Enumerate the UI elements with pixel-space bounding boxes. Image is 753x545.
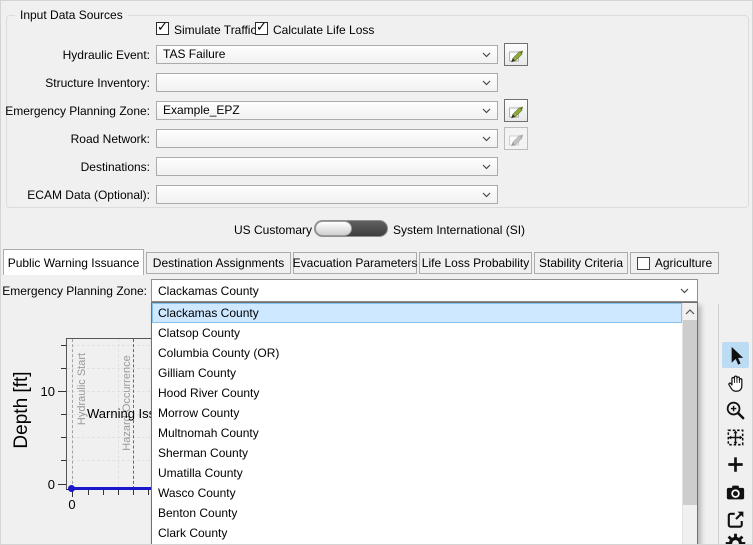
agriculture-checkbox[interactable] — [636, 256, 650, 270]
calculate-life-loss-label: Calculate Life Loss — [273, 23, 375, 37]
hazard-occurrence-label: Hazard Occurrence — [121, 355, 133, 451]
tab-destination-assignments[interactable]: Destination Assignments — [146, 252, 291, 274]
y-tick-10: 10 — [40, 384, 55, 399]
road-network-edit-button-disabled — [504, 127, 528, 150]
tab-evacuation-parameters[interactable]: Evacuation Parameters — [293, 252, 417, 274]
cursor-arrow-icon — [731, 346, 744, 365]
tab-life-loss-probability[interactable]: Life Loss Probability — [419, 252, 532, 274]
tab-label: Evacuation Parameters — [292, 256, 418, 270]
dropdown-scrollbar[interactable] — [682, 303, 697, 544]
export-share-icon — [727, 511, 744, 528]
chart-y-axis-title: Depth [ft] — [11, 371, 32, 449]
snapshot-tool-button[interactable] — [722, 479, 749, 505]
road-network-combo[interactable] — [156, 129, 498, 148]
settings-tool-button[interactable] — [722, 530, 749, 544]
epz-option[interactable]: Hood River County — [152, 383, 682, 403]
zoom-tool-button[interactable] — [722, 397, 749, 423]
destinations-label: Destinations: — [80, 160, 150, 174]
hand-pan-icon — [728, 375, 743, 392]
epz-option[interactable]: Columbia County (OR) — [152, 343, 682, 363]
export-tool-button[interactable] — [722, 506, 749, 532]
toolbar-separator — [718, 304, 719, 544]
chevron-up-icon — [685, 308, 695, 314]
tab-label: Life Loss Probability — [421, 256, 530, 270]
tab-agriculture[interactable]: Agriculture — [630, 252, 719, 274]
tab-label: Stability Criteria — [538, 256, 624, 270]
epz-option[interactable]: Wasco County — [152, 483, 682, 503]
combo-value: Example_EPZ — [163, 103, 240, 117]
tab-public-warning-issuance[interactable]: Public Warning Issuance — [3, 249, 144, 275]
epz-option[interactable]: Clark County — [152, 523, 682, 543]
hydraulic-start-label: Hydraulic Start — [76, 352, 88, 426]
epz-dropdown-list: Clackamas County Clatsop County Columbia… — [151, 302, 698, 544]
epz-option[interactable]: Clackamas County — [152, 303, 682, 323]
hydraulic-start-line — [72, 339, 73, 489]
ecam-data-combo[interactable] — [156, 185, 498, 204]
simulate-traffic-checkbox[interactable]: ✓ — [156, 19, 169, 35]
gear-icon — [725, 533, 746, 544]
chevron-down-icon — [482, 108, 491, 114]
structure-inventory-combo[interactable] — [156, 73, 498, 92]
emergency-planning-zone-edit-button[interactable] — [504, 99, 528, 122]
pan-tool-button[interactable] — [722, 370, 749, 396]
magnifier-plus-icon — [726, 401, 745, 419]
chevron-down-icon — [482, 164, 491, 170]
plus-icon — [728, 456, 743, 472]
y-tick-0: 0 — [47, 477, 55, 492]
road-network-label: Road Network: — [70, 132, 150, 146]
tab-label: Public Warning Issuance — [7, 255, 140, 270]
epz-option[interactable]: Morrow County — [152, 403, 682, 423]
toggle-knob[interactable] — [315, 221, 352, 236]
group-title: Input Data Sources — [15, 8, 128, 22]
epz-option[interactable]: Umatilla County — [152, 463, 682, 483]
destinations-combo[interactable] — [156, 157, 498, 176]
x-tick-0: 0 — [68, 497, 76, 512]
hydraulic-event-edit-button[interactable] — [504, 43, 528, 66]
calculate-life-loss-checkbox[interactable]: ✓ — [255, 19, 268, 35]
epz-option[interactable]: Multnomah County — [152, 423, 682, 443]
chevron-down-icon — [680, 288, 689, 294]
tab-label: Agriculture — [654, 256, 713, 270]
depth-series-origin-marker — [68, 485, 75, 492]
chevron-down-icon — [482, 80, 491, 86]
ecam-data-label: ECAM Data (Optional): — [27, 188, 150, 202]
scrollbar-thumb[interactable] — [683, 320, 697, 505]
emergency-planning-zone-combo[interactable]: Example_EPZ — [156, 101, 498, 120]
camera-icon — [726, 485, 745, 499]
edit-pencil-icon — [509, 50, 524, 62]
epz-option[interactable]: Clatsop County — [152, 323, 682, 343]
system-international-label: System International (SI) — [393, 223, 526, 237]
epz-option[interactable]: Gilliam County — [152, 363, 682, 383]
zoom-extents-tool-button[interactable] — [722, 424, 749, 450]
combo-value: Clackamas County — [158, 284, 259, 298]
checkmark-icon: ✓ — [157, 19, 168, 34]
simulation-setup-window: Input Data Sources ✓ Simulate Traffic ✓ … — [0, 0, 753, 545]
combo-value: TAS Failure — [163, 47, 226, 61]
tab-label: Destination Assignments — [152, 256, 285, 270]
structure-inventory-label: Structure Inventory: — [45, 76, 150, 90]
emergency-planning-zone-label: Emergency Planning Zone: — [5, 104, 150, 118]
epz-option[interactable]: Sherman County — [152, 443, 682, 463]
hydraulic-event-label: Hydraulic Event: — [62, 48, 150, 62]
chevron-down-icon — [482, 136, 491, 142]
crosshair-tool-button[interactable] — [722, 451, 749, 477]
select-tool-button[interactable] — [722, 342, 749, 368]
fit-extents-icon — [727, 429, 744, 445]
scroll-up-button[interactable] — [683, 303, 697, 320]
epz-selector-combo[interactable]: Clackamas County — [151, 279, 698, 302]
epz-option[interactable]: Benton County — [152, 503, 682, 523]
edit-pencil-icon — [509, 106, 524, 118]
unit-system-toggle[interactable] — [314, 220, 388, 237]
checkmark-icon: ✓ — [256, 19, 267, 34]
chevron-down-icon — [482, 192, 491, 198]
us-customary-label: US Customary — [234, 223, 313, 237]
edit-pencil-icon — [509, 134, 524, 146]
tab-stability-criteria[interactable]: Stability Criteria — [534, 252, 628, 274]
hydraulic-event-combo[interactable]: TAS Failure — [156, 45, 498, 64]
epz-selector-label: Emergency Planning Zone: — [2, 284, 147, 298]
simulate-traffic-label: Simulate Traffic — [174, 23, 257, 37]
chevron-down-icon — [482, 52, 491, 58]
